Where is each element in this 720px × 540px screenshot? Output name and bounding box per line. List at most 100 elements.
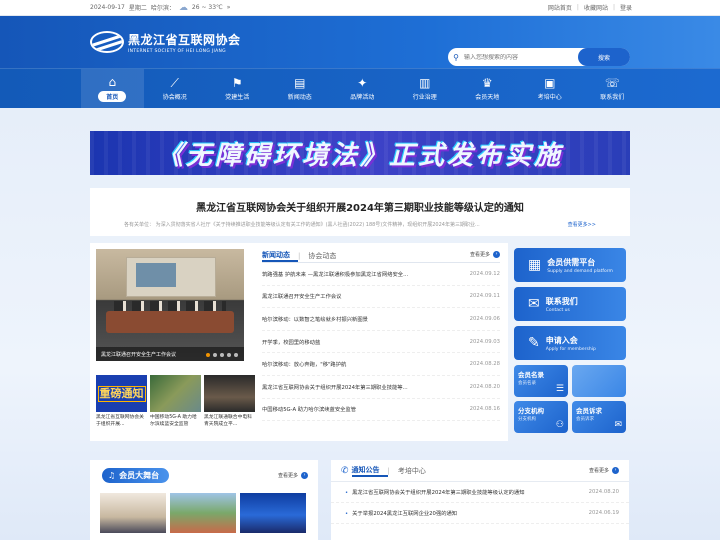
nav-party[interactable]: ⚑ 党建生活 <box>206 69 269 109</box>
chart-icon: ⟋ <box>170 76 179 90</box>
apply-membership-button[interactable]: ✎ 申请入会 Apply for membership <box>514 326 626 360</box>
news-thumb[interactable]: 中国移动5G-A 助力哈尔滨续蓝安全监管 <box>150 375 201 428</box>
divider: | <box>612 4 615 11</box>
carousel-dot[interactable] <box>227 353 231 357</box>
envelope-icon: ✉ <box>528 296 540 312</box>
button-title: 联系我们 <box>545 296 578 306</box>
news-carousel[interactable]: 黑龙江联通召开安全生产工作会议 <box>96 249 244 361</box>
divider: | <box>298 251 301 260</box>
stage-title: ♫ 会员大舞台 <box>102 468 170 483</box>
stage-photo[interactable] <box>170 493 236 533</box>
top-links: 网站首页 | 收藏网站 | 登录 <box>548 3 632 12</box>
nav-about[interactable]: ⟋ 协会概况 <box>144 69 207 109</box>
nav-label: 考培中心 <box>537 94 562 101</box>
temperature-text: 26 ~ 33℃ <box>191 4 223 11</box>
home-icon: ⌂ <box>108 75 117 89</box>
notice-more-label: 查看更多 <box>588 468 609 474</box>
nav-governance[interactable]: ▥ 行业治理 <box>394 69 457 109</box>
arrow-right-icon: › <box>612 467 619 474</box>
item-date: 2024.09.11 <box>469 293 500 300</box>
search-button[interactable]: 搜索 <box>578 48 630 66</box>
news-tabs: 新闻动态 | 协会动态 查看更多 › <box>262 249 500 263</box>
nav-members[interactable]: ♛ 会员天地 <box>456 69 519 109</box>
thumb-image <box>150 375 201 412</box>
tab-notices[interactable]: 通知公告 <box>351 465 388 477</box>
headline-summary-row: 各有关单位： 为深入贯彻落实省人社厅《关于持续推进职业技能等级认定有关工作的通知… <box>90 221 630 228</box>
quick-links: ▦ 会员供需平台 Supply and demand platform ✉ 联系… <box>514 248 626 433</box>
nav-home[interactable]: ⌂ 首页 <box>81 69 144 109</box>
logo-text: 黑龙江省互联网协会 INTERNET SOCIETY OF HEI LONG J… <box>128 31 241 54</box>
item-title: 黑龙江省互联网协会关于组织开展2024年第三期职业技能等... <box>262 384 408 391</box>
news-more-link[interactable]: 查看更多 › <box>470 251 500 258</box>
bookmark-link[interactable]: 收藏网站 <box>584 3 608 12</box>
nav-label: 品牌活动 <box>350 94 375 101</box>
list-item[interactable]: 哈尔滨移动：以数智之笔绘就乡村振兴新图景 2024.09.06 <box>262 308 500 331</box>
button-title: 会员供需平台 <box>547 257 596 267</box>
headline-title[interactable]: 黑龙江省互联网协会关于组织开展2024年第三期职业技能等级认定的通知 <box>90 199 630 214</box>
item-title: 开学季，校园里的移动蓝 <box>262 339 321 346</box>
contact-button[interactable]: ✉ 联系我们 Contact us <box>514 287 626 321</box>
blank-tile[interactable] <box>572 365 626 397</box>
nav-news[interactable]: ▤ 新闻动态 <box>269 69 332 109</box>
login-link[interactable]: 登录 <box>620 3 632 12</box>
notice-tabs: ✆ 通知公告 | 考培中心 查看更多 › <box>331 460 629 482</box>
list-item[interactable]: 开学季，校园里的移动蓝 2024.09.03 <box>262 331 500 354</box>
item-date: 2024.08.16 <box>469 406 500 413</box>
list-item[interactable]: 哈尔滨移动：放心奔跑，"移"路护航 2024.08.28 <box>262 353 500 376</box>
list-item[interactable]: 黑龙江省互联网协会关于组织开展2024年第三期职业技能等... 2024.08.2… <box>262 376 500 399</box>
city-text: 哈尔滨： <box>150 5 175 12</box>
weekday-text: 星期二 <box>128 5 147 12</box>
carousel-dots <box>206 353 238 357</box>
carousel-dot[interactable] <box>234 353 238 357</box>
weather-more-icon[interactable]: » <box>227 4 231 11</box>
site-logo[interactable]: 黑龙江省互联网协会 INTERNET SOCIETY OF HEI LONG J… <box>90 31 241 54</box>
stage-title-text: 会员大舞台 <box>119 471 160 480</box>
carousel-dot[interactable] <box>220 353 224 357</box>
stage-photo[interactable] <box>240 493 306 533</box>
stage-photo[interactable] <box>100 493 166 533</box>
logo-chinese: 黑龙江省互联网协会 <box>128 32 241 47</box>
home-link[interactable]: 网站首页 <box>548 3 572 12</box>
stage-more-link[interactable]: 查看更多 › <box>278 472 308 479</box>
supply-demand-button[interactable]: ▦ 会员供需平台 Supply and demand platform <box>514 248 626 282</box>
list-item[interactable]: 关于举报2024黑龙江互联网企业20强的通知 2024.06.19 <box>331 503 629 524</box>
thumb-text: 中国移动5G-A 助力哈尔滨续蓝安全监管 <box>150 415 197 427</box>
list-item[interactable]: 中国移动5G-A 助力哈尔滨续蓝安全监管 2024.08.16 <box>262 399 500 422</box>
nav-brand[interactable]: ✦ 品牌活动 <box>331 69 394 109</box>
thumb-badge: 重磅通知 <box>97 385 146 402</box>
news-thumb[interactable]: 黑龙江联通联合中电科青天院成立平... <box>204 375 255 428</box>
crown-icon: ♛ <box>481 76 493 90</box>
member-appeal-tile[interactable]: 会员诉求 会员诉求 ✉ <box>572 401 626 433</box>
headline-more-link[interactable]: 查看更多>> <box>568 221 596 228</box>
item-title: 哈尔滨移动：放心奔跑，"移"路护航 <box>262 362 347 369</box>
item-date: 2024.09.12 <box>469 270 500 277</box>
promo-banner[interactable]: 《无障碍环境法》正式发布实施 <box>90 131 630 175</box>
logo-icon <box>90 31 124 53</box>
nav-training[interactable]: ▣ 考培中心 <box>519 69 582 109</box>
carousel-dot[interactable] <box>206 353 210 357</box>
news-panel: 黑龙江联通召开安全生产工作会议 重磅通知 黑龙江省互联网协会关于组织开展... … <box>90 243 508 441</box>
news-more-label: 查看更多 <box>469 252 490 258</box>
nav-contact[interactable]: ☏ 联系我们 <box>581 69 644 109</box>
tab-training[interactable]: 考培中心 <box>398 466 434 476</box>
list-item[interactable]: 筑路强基 护航未来 —黑龙江联通积极参加黑龙江省网络安全... 2024.09.1… <box>262 263 500 286</box>
news-thumb[interactable]: 重磅通知 黑龙江省互联网协会关于组织开展... <box>96 375 147 428</box>
notice-more-link[interactable]: 查看更多 › <box>589 467 619 474</box>
item-date: 2024.08.20 <box>588 489 619 495</box>
button-subtitle: Contact us <box>545 307 570 313</box>
list-item[interactable]: 黑龙江省互联网协会关于组织开展2024年第三期职业技能等级认定的通知 2024.0… <box>331 482 629 503</box>
search-input[interactable] <box>464 53 578 61</box>
stage-header: ♫ 会员大舞台 查看更多 › <box>90 460 318 483</box>
tile-title: 会员诉求 <box>576 407 602 415</box>
site-header: 黑龙江省互联网协会 INTERNET SOCIETY OF HEI LONG J… <box>0 16 720 68</box>
notice-panel: ✆ 通知公告 | 考培中心 查看更多 › 黑龙江省互联网协会关于组织开展2024… <box>331 460 629 540</box>
tab-association[interactable]: 协会动态 <box>308 251 344 261</box>
list-item[interactable]: 黑龙江联通召开安全生产工作会议 2024.09.11 <box>262 286 500 309</box>
member-directory-tile[interactable]: 会员名录 会员名录 ☰ <box>514 365 568 397</box>
banner-title: 《无障碍环境法》正式发布实施 <box>156 140 563 171</box>
carousel-dot[interactable] <box>213 353 217 357</box>
tab-news[interactable]: 新闻动态 <box>262 250 298 262</box>
main-nav: ⌂ 首页 ⟋ 协会概况 ⚑ 党建生活 ▤ 新闻动态 ✦ 品牌活动 ▥ 行业治理 … <box>0 68 720 109</box>
nav-label: 行业治理 <box>412 94 437 101</box>
branch-tile[interactable]: 分支机构 分支机构 ⚇ <box>514 401 568 433</box>
